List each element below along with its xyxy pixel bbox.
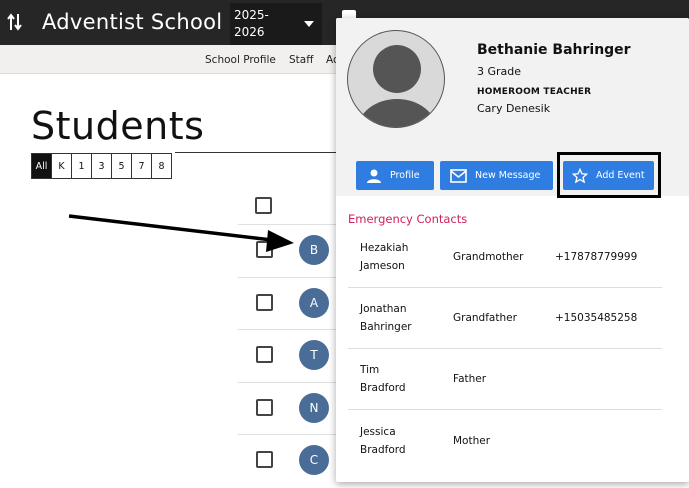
person-icon	[367, 169, 381, 183]
table-row[interactable]: C	[238, 434, 336, 486]
table-row[interactable]: A	[238, 277, 336, 329]
contact-row: Jonathan Bahringer Grandfather +15035485…	[348, 288, 662, 349]
subnav-staff[interactable]: Staff	[289, 54, 313, 66]
contact-phone[interactable]: +17878779999	[555, 251, 637, 263]
add-event-button[interactable]: Add Event	[563, 161, 654, 190]
row-checkbox[interactable]	[256, 451, 273, 468]
subnav-school-profile[interactable]: School Profile	[205, 54, 276, 66]
contact-row: Hezakiah Jameson Grandmother +1787877999…	[348, 227, 662, 288]
school-year-select[interactable]: 2025- 2026	[230, 3, 322, 47]
sort-icon[interactable]	[6, 12, 24, 32]
row-checkbox[interactable]	[256, 294, 273, 311]
contact-relation: Father	[453, 373, 487, 385]
contact-name: Jonathan Bahringer	[360, 303, 412, 333]
contact-phone[interactable]: +15035485258	[555, 312, 637, 324]
student-grade: 3 Grade	[477, 65, 522, 78]
select-all-checkbox[interactable]	[255, 197, 272, 214]
tab-8[interactable]: 8	[152, 154, 172, 178]
tab-5[interactable]: 5	[112, 154, 132, 178]
student-avatar[interactable]: N	[299, 393, 329, 423]
student-avatar[interactable]: T	[299, 340, 329, 370]
contact-relation: Grandfather	[453, 312, 517, 324]
contact-relation: Mother	[453, 434, 491, 447]
mail-icon	[450, 168, 467, 183]
school-year-value: 2025- 2026	[234, 8, 269, 39]
profile-button[interactable]: Profile	[356, 161, 434, 190]
person-silhouette-icon	[357, 45, 437, 127]
emergency-contacts-title: Emergency Contacts	[348, 212, 468, 226]
student-avatar[interactable]: A	[299, 288, 329, 318]
tab-k[interactable]: K	[52, 154, 72, 178]
contact-relation: Grandmother	[453, 251, 524, 263]
row-checkbox[interactable]	[256, 346, 273, 363]
contact-row: Jessica Bradford Mother	[348, 410, 662, 471]
tabs-divider	[175, 152, 336, 153]
chevron-down-icon	[304, 21, 314, 27]
contact-row: Tim Bradford Father	[348, 349, 662, 410]
student-popover: Bethanie Bahringer 3 Grade HOMEROOM TEAC…	[336, 18, 689, 482]
contact-name: Hezakiah Jameson	[360, 242, 409, 272]
grade-filter-tabs: All K 1 3 5 7 8	[31, 153, 172, 179]
student-avatar[interactable]: B	[299, 235, 329, 265]
row-checkbox[interactable]	[256, 241, 273, 258]
table-row[interactable]: B	[238, 224, 336, 276]
row-checkbox[interactable]	[256, 399, 273, 416]
contact-name: Jessica Bradford	[360, 425, 406, 456]
page-title: Students	[31, 104, 205, 148]
new-message-button[interactable]: New Message	[440, 161, 553, 190]
popover-header: Bethanie Bahringer 3 Grade HOMEROOM TEAC…	[336, 18, 689, 198]
tab-1[interactable]: 1	[72, 154, 92, 178]
student-photo-avatar	[347, 30, 445, 128]
star-icon	[572, 167, 588, 183]
tab-3[interactable]: 3	[92, 154, 112, 178]
table-row[interactable]: T	[238, 329, 336, 381]
school-name: Adventist School	[42, 10, 223, 34]
tab-7[interactable]: 7	[132, 154, 152, 178]
homeroom-teacher-label: HOMEROOM TEACHER	[477, 87, 592, 97]
contact-name: Tim Bradford	[360, 364, 406, 394]
student-name: Bethanie Bahringer	[477, 42, 631, 58]
tab-all[interactable]: All	[32, 154, 52, 178]
student-avatar[interactable]: C	[299, 445, 329, 475]
homeroom-teacher-name: Cary Denesik	[477, 102, 551, 115]
table-row[interactable]: N	[238, 382, 336, 434]
